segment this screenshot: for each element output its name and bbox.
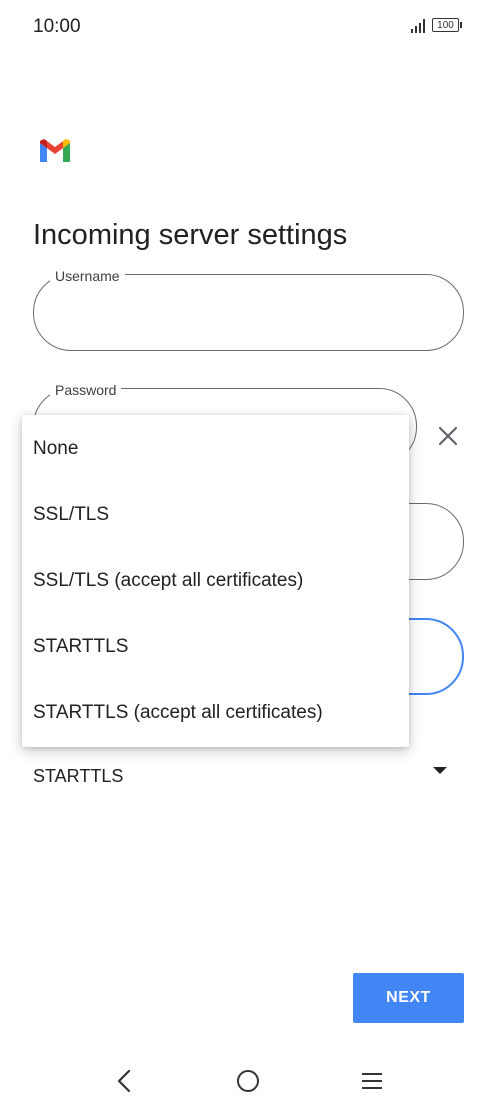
home-icon[interactable] (237, 1070, 259, 1092)
menu-item-starttls-accept-all[interactable]: STARTTLS (accept all certificates) (22, 680, 409, 746)
signal-icon (411, 19, 429, 33)
menu-item-ssl-tls[interactable]: SSL/TLS (22, 482, 409, 548)
menu-item-starttls[interactable]: STARTTLS (22, 614, 409, 680)
system-nav-bar (0, 1050, 497, 1114)
page-title: Incoming server settings (33, 219, 348, 252)
back-icon[interactable] (113, 1067, 135, 1095)
security-dropdown-menu: None SSL/TLS SSL/TLS (accept all certifi… (22, 415, 409, 747)
status-time: 10:00 (33, 16, 81, 37)
next-button[interactable]: NEXT (353, 973, 464, 1023)
gmail-logo (40, 139, 70, 162)
close-icon[interactable] (434, 422, 462, 450)
battery-icon: 100 (432, 18, 462, 32)
username-label: Username (50, 268, 125, 284)
username-field[interactable] (33, 274, 464, 351)
status-bar: 10:00 100 (0, 0, 497, 56)
menu-item-ssl-tls-accept-all[interactable]: SSL/TLS (accept all certificates) (22, 548, 409, 614)
dropdown-arrow-icon[interactable] (433, 767, 447, 774)
menu-item-none[interactable]: None (22, 416, 409, 482)
scroll-fade (0, 792, 497, 822)
menu-icon[interactable] (362, 1072, 384, 1090)
password-label: Password (50, 382, 122, 398)
security-type-value[interactable]: STARTTLS (33, 766, 123, 787)
